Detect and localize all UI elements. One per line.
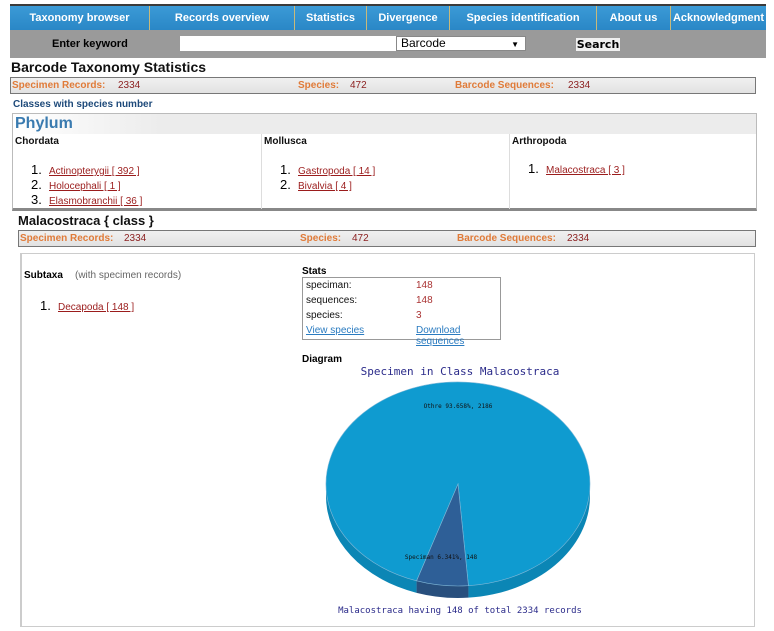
list-item: 3. Elasmobranchii [ 36 ] — [31, 192, 142, 207]
search-type-value: Barcode — [401, 36, 446, 50]
specimen-records-label: Specimen Records: — [12, 80, 106, 91]
search-label: Enter keyword — [52, 38, 128, 50]
stats-title: Stats — [302, 266, 327, 277]
pie-chart: Specimen in Class Malacostraca Othre 93.… — [325, 365, 591, 616]
phylum-column-mollusca: Mollusca 1. Gastropoda [ 14 ] 2. Bivalvia … — [261, 134, 509, 209]
class-summary-bar: Specimen Records: 2334 Species: 472 Barc… — [18, 230, 756, 247]
list-item: 1. Decapoda [ 148 ] — [40, 298, 134, 313]
nav-statistics[interactable]: Statistics — [295, 6, 367, 30]
nav-acknowledgment[interactable]: Acknowledgment — [671, 6, 766, 30]
barcode-sequences-label: Barcode Sequences: — [455, 80, 554, 91]
nav-taxonomy-browser[interactable]: Taxonomy browser — [10, 6, 150, 30]
classes-title: Classes with species number — [13, 99, 153, 110]
list-number: 1. — [40, 298, 51, 313]
class-title: Malacostraca { class } — [18, 213, 154, 228]
stats-value: 3 — [416, 310, 422, 321]
barcode-sequences-value: 2334 — [568, 80, 591, 91]
subtaxa-list: 1. Decapoda [ 148 ] — [40, 298, 134, 313]
slice-label-specimen: Speciman 6.341%, 148 — [405, 554, 478, 561]
phylum-name: Chordata — [15, 136, 59, 147]
class-list: 1. Malacostraca [ 3 ] — [528, 161, 625, 176]
nav-records-overview[interactable]: Records overview — [150, 6, 295, 30]
chevron-down-icon: ▼ — [511, 40, 519, 49]
class-link[interactable]: Holocephali [ 1 ] — [49, 181, 121, 192]
specimen-records-value: 2334 — [118, 80, 141, 91]
species-value: 472 — [352, 233, 369, 244]
chart-title: Specimen in Class Malacostraca — [361, 365, 560, 378]
class-list: 1. Actinopterygii [ 392 ] 2. Holocephali [… — [31, 162, 142, 207]
stats-table: speciman: 148 sequences: 148 species: 3 … — [302, 277, 501, 347]
list-number: 1. — [280, 162, 291, 177]
phylum-name: Mollusca — [264, 136, 307, 147]
search-button[interactable]: Search — [576, 38, 620, 51]
list-number: 3. — [31, 192, 42, 207]
list-number: 2. — [280, 177, 291, 192]
subtaxon-link[interactable]: Decapoda [ 148 ] — [58, 302, 134, 313]
nav-species-identification[interactable]: Species identification — [450, 6, 597, 30]
search-type-select[interactable]: Barcode ▼ — [396, 36, 526, 51]
list-item: 1. Actinopterygii [ 392 ] — [31, 162, 142, 177]
phylum-name: Arthropoda — [512, 136, 567, 147]
download-sequences-link[interactable]: Download sequences — [416, 325, 500, 347]
barcode-sequences-label: Barcode Sequences: — [457, 233, 556, 244]
list-number: 1. — [528, 161, 539, 176]
phylum-title: Phylum — [15, 115, 73, 132]
specimen-records-label: Specimen Records: — [20, 233, 114, 244]
class-detail-panel: Subtaxa (with specimen records) 1. Decapo… — [20, 253, 755, 627]
class-list: 1. Gastropoda [ 14 ] 2. Bivalvia [ 4 ] — [280, 162, 375, 192]
specimen-records-value: 2334 — [124, 233, 147, 244]
chart-caption: Malacostraca having 148 of total 2334 re… — [338, 606, 582, 616]
stats-value: 148 — [416, 280, 433, 291]
species-label: Species: — [298, 80, 340, 91]
view-species-link[interactable]: View species — [306, 325, 364, 336]
search-bar: Enter keyword Barcode ▼ Search — [10, 30, 766, 58]
phylum-panel: Phylum Chordata 1. Actinopterygii [ 392 ]… — [12, 113, 757, 211]
slice-label-others: Othre 93.658%, 2186 — [424, 403, 493, 410]
stats-value: 148 — [416, 295, 433, 306]
nav-about-us[interactable]: About us — [597, 6, 671, 30]
stats-key: species: — [306, 310, 343, 321]
page-title: Barcode Taxonomy Statistics — [11, 59, 207, 75]
main-nav: Taxonomy browser Records overview Statis… — [10, 6, 766, 30]
species-label: Species: — [300, 233, 342, 244]
species-value: 472 — [350, 80, 367, 91]
phylum-column-arthropoda: Arthropoda 1. Malacostraca [ 3 ] — [509, 134, 756, 209]
stats-key: sequences: — [306, 295, 358, 306]
class-link[interactable]: Gastropoda [ 14 ] — [298, 166, 375, 177]
class-link[interactable]: Bivalvia [ 4 ] — [298, 181, 352, 192]
pie-slices — [325, 381, 591, 598]
list-number: 2. — [31, 177, 42, 192]
stats-key: speciman: — [306, 280, 352, 291]
list-item: 1. Gastropoda [ 14 ] — [280, 162, 375, 177]
subtaxa-note: (with specimen records) — [75, 270, 182, 281]
class-link[interactable]: Elasmobranchii [ 36 ] — [49, 196, 142, 207]
phylum-header: Phylum — [13, 114, 756, 134]
list-item: 2. Holocephali [ 1 ] — [31, 177, 142, 192]
barcode-sequences-value: 2334 — [567, 233, 590, 244]
list-item: 2. Bivalvia [ 4 ] — [280, 177, 375, 192]
list-item: 1. Malacostraca [ 3 ] — [528, 161, 625, 176]
summary-bar: Specimen Records: 2334 Species: 472 Barc… — [10, 77, 756, 94]
class-link[interactable]: Actinopterygii [ 392 ] — [49, 166, 140, 177]
class-link[interactable]: Malacostraca [ 3 ] — [546, 165, 625, 176]
phylum-column-chordata: Chordata 1. Actinopterygii [ 392 ] 2. Holo… — [13, 134, 261, 209]
subtaxa-title: Subtaxa — [24, 270, 63, 281]
list-number: 1. — [31, 162, 42, 177]
search-input[interactable] — [180, 36, 396, 51]
nav-divergence[interactable]: Divergence — [367, 6, 450, 30]
